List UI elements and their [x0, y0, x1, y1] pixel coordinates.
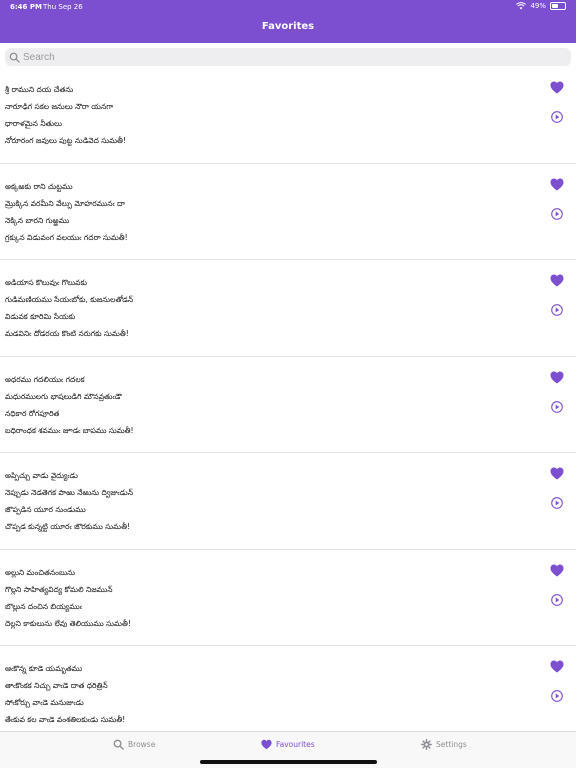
poem-line: నారూఢిగ సకల జనులు నౌరా యనగా	[5, 102, 114, 111]
poem-text: శ్రీ రాముని దయ చేతను నారూఢిగ సకల జనులు నౌ…	[5, 81, 126, 149]
play-circle-icon[interactable]	[551, 494, 563, 509]
tab-browse[interactable]: Browse	[113, 739, 155, 750]
poem-line: బొల్లున దంచిన బియ్యముఁ	[5, 601, 82, 611]
wifi-icon	[516, 2, 527, 10]
poem-line: మధురములగు భాషలుడిగి మౌనవ్రతుఁడౌ	[5, 391, 122, 401]
poem-line: నోరూరంగ జవులు పుట్ట నుడివెద సుమతీ!	[5, 136, 126, 145]
poem-line: గొల్లని సాహిత్యవిద్య కోమలి నిజమున్	[5, 584, 113, 594]
play-circle-icon[interactable]	[551, 108, 563, 123]
heart-icon[interactable]	[550, 562, 564, 576]
list-item[interactable]: అప్పిచ్చు వాడు వైద్యుఁడు నెప్పుడు నెడతెగక…	[0, 453, 576, 550]
poem-line: ధారాళమైన నీతులు	[5, 119, 62, 128]
tab-favourites[interactable]: Favourites	[261, 739, 315, 750]
poem-text: అల్లుని మంచితనంబును గొల్లని సాహిత్యవిద్య …	[5, 564, 131, 632]
poem-text: ఆఁకొన్న కూడె యమృతము తాఁకొంకక నిచ్చు వాఁడె…	[5, 660, 125, 728]
poem-line: నెక్కిన బారని గుఱ్ఱము	[5, 215, 70, 225]
list-item[interactable]: అధరము గదలియుఁ గదలక మధురములగు భాషలుడిగి మౌ…	[0, 357, 576, 453]
poem-line: దెల్లని కాకులును లేవు తెలియుము సుమతీ!	[5, 618, 131, 628]
poem-text: అడియాస కొలువుఁ గొలువకు గుడిమణియము సేయఁబోక…	[5, 274, 133, 342]
search-icon	[113, 739, 124, 750]
play-circle-icon[interactable]	[551, 687, 563, 702]
favorites-list: శ్రీ రాముని దయ చేతను నారూఢిగ సకల జనులు నౌ…	[0, 67, 576, 743]
list-item[interactable]: ఆఁకొన్న కూడె యమృతము తాఁకొంకక నిచ్చు వాఁడె…	[0, 646, 576, 743]
search-icon	[9, 52, 20, 63]
poem-line: మ్రొక్కిన వరమీని వేల్పు మోహరమునఁ దా	[5, 198, 125, 208]
battery-icon	[550, 2, 566, 10]
gear-icon	[421, 739, 432, 750]
poem-line: తాఁకొంకక నిచ్చు వాఁడె దాత ధరిత్రిన్	[5, 681, 108, 690]
heart-icon[interactable]	[550, 369, 564, 383]
heart-icon[interactable]	[550, 79, 564, 94]
poem-line: అప్పిచ్చు వాడు వైద్యుఁడు	[5, 471, 78, 480]
status-time: 6:46 PM	[10, 3, 42, 11]
home-indicator	[200, 760, 377, 764]
list-item[interactable]: శ్రీ రాముని దయ చేతను నారూఢిగ సకల జనులు నౌ…	[0, 67, 576, 164]
poem-line: గ్రక్కున విడువంగ వలయుఁ గదరా సుమతీ!	[5, 232, 128, 242]
poem-line: సోఁకోర్చు వాఁడె మనుజుఁడు	[5, 698, 84, 707]
heart-icon[interactable]	[550, 465, 564, 480]
poem-text: అక్కఱకు రాని చుట్టము మ్రొక్కిన వరమీని వేల…	[5, 178, 128, 246]
search-input[interactable]	[23, 51, 543, 63]
poem-line: తేఁకువ కల వాఁడె వంశతిలకుఁడు సుమతీ!	[5, 715, 126, 724]
poem-line: అల్లుని మంచితనంబును	[5, 567, 76, 577]
battery-level	[552, 4, 558, 8]
list-item[interactable]: అక్కఱకు రాని చుట్టము మ్రొక్కిన వరమీని వేల…	[0, 164, 576, 260]
poem-line: మడవినిఁ దోడరయ కొంటి నరుగకు సుమతీ!	[5, 329, 129, 338]
page-title: Favorites	[261, 21, 315, 32]
poem-line: అక్కఱకు రాని చుట్టము	[5, 181, 73, 191]
search-bar[interactable]	[5, 48, 571, 66]
play-circle-icon[interactable]	[551, 205, 563, 220]
heart-icon[interactable]	[550, 176, 564, 190]
heart-icon[interactable]	[550, 272, 564, 287]
tab-settings[interactable]: Settings	[421, 739, 467, 750]
battery-percent: 49%	[530, 2, 546, 10]
poem-text: అప్పిచ్చు వాడు వైద్యుఁడు నెప్పుడు నెడతెగక…	[5, 467, 133, 535]
poem-line: చొప్పడ కున్నట్టి యూరఁ జొరకుము సుమతీ!	[5, 522, 130, 531]
poem-text: అధరము గదలియుఁ గదలక మధురములగు భాషలుడిగి మౌ…	[5, 371, 134, 439]
status-date: Thu Sep 26	[43, 3, 83, 11]
heart-icon	[261, 739, 272, 750]
status-indicators: 49%	[516, 2, 566, 10]
status-bar: 6:46 PM Thu Sep 26 49%	[0, 0, 576, 14]
poem-line: అడియాస కొలువుఁ గొలువకు	[5, 278, 88, 287]
header: 6:46 PM Thu Sep 26 49% Favorites	[0, 0, 576, 43]
play-circle-icon[interactable]	[551, 591, 563, 606]
list-item[interactable]: అడియాస కొలువుఁ గొలువకు గుడిమణియము సేయఁబోక…	[0, 260, 576, 357]
play-circle-icon[interactable]	[551, 398, 563, 413]
tab-favourites-label: Favourites	[276, 740, 315, 749]
poem-line: జొప్పడిన యూర నుండుము	[5, 505, 86, 514]
poem-line: అధరము గదలియుఁ గదలక	[5, 374, 85, 384]
poem-line: నధికార రోగపూరిత	[5, 408, 60, 418]
heart-icon[interactable]	[550, 658, 564, 673]
play-circle-icon[interactable]	[551, 301, 563, 316]
poem-line: గుడిమణియము సేయఁబోకు, కుజనులతోడన్	[5, 295, 134, 304]
tab-browse-label: Browse	[128, 740, 156, 749]
list-item[interactable]: అల్లుని మంచితనంబును గొల్లని సాహిత్యవిద్య …	[0, 550, 576, 646]
poem-line: నెప్పుడు నెడతెగక పాఱు నేఱును ద్విజుఁడున్	[5, 488, 134, 497]
tab-settings-label: Settings	[436, 740, 467, 749]
poem-line: విడువక కూరిమి సేయకు	[5, 312, 76, 321]
poem-line: ఆఁకొన్న కూడె యమృతము	[5, 664, 83, 673]
poem-line: బధిరాంధక శవముఁ జూడఁ బాపము సుమతీ!	[5, 425, 134, 435]
poem-line: శ్రీ రాముని దయ చేతను	[5, 85, 74, 94]
